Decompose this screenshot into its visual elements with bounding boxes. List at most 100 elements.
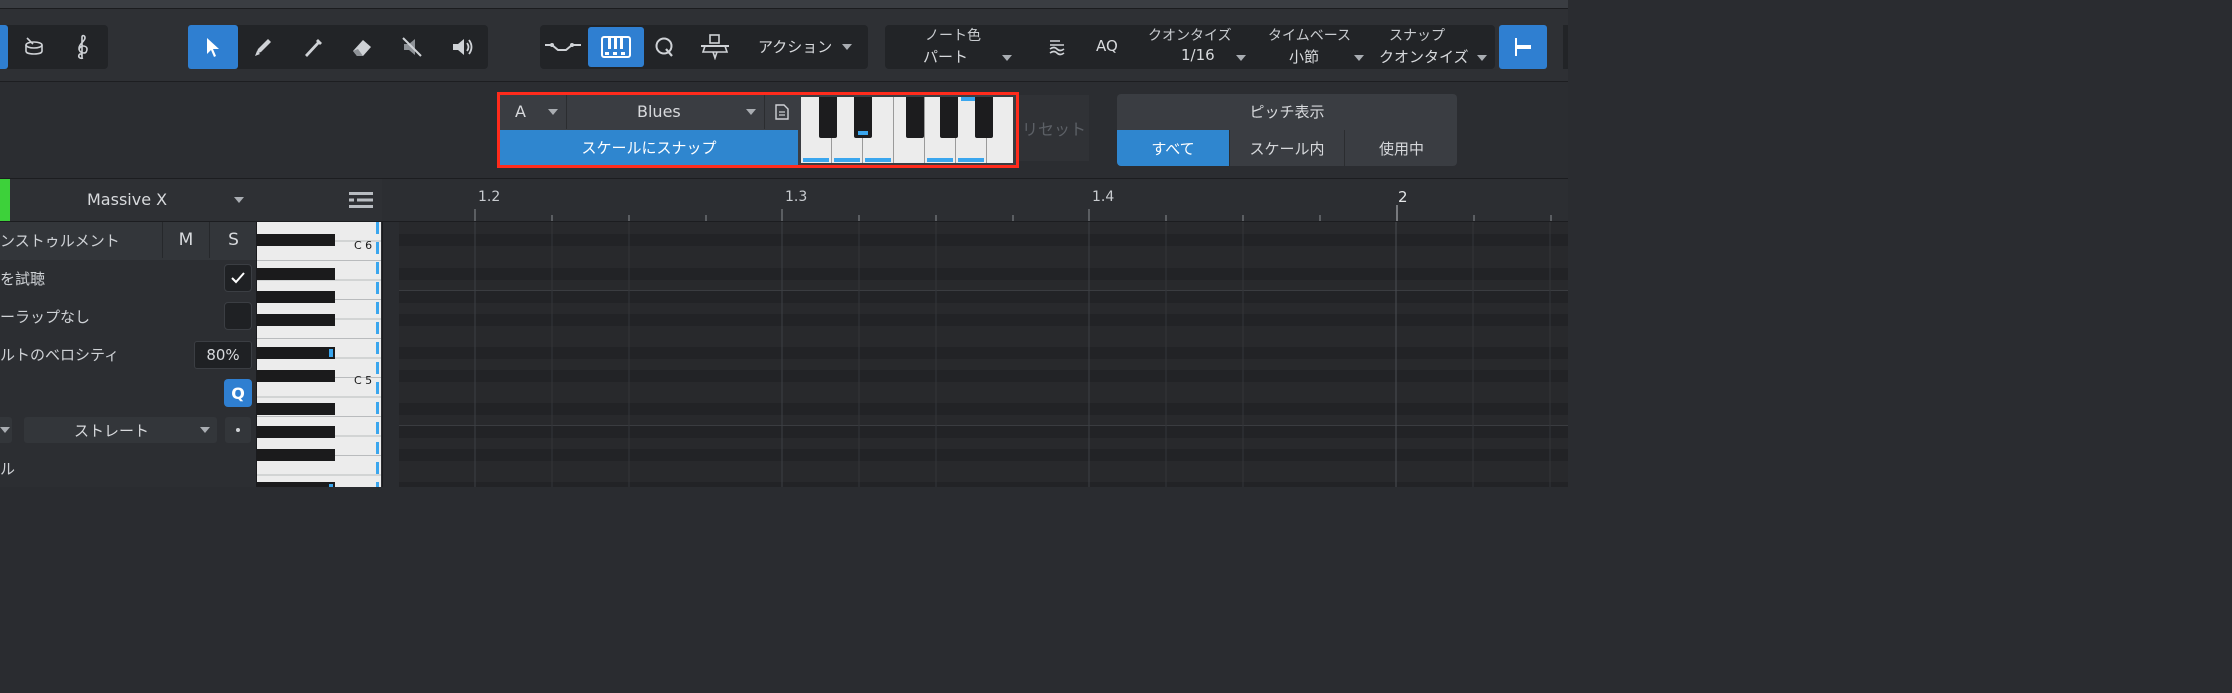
partial-select[interactable] xyxy=(0,417,12,443)
note-color-label: ノート色 xyxy=(925,28,981,44)
inspector-audition-row: を試聴 xyxy=(0,260,256,298)
partial-active-button[interactable] xyxy=(0,25,8,69)
pitch-display-in-scale-button[interactable]: スケール内 xyxy=(1229,130,1344,166)
treble-clef-icon[interactable] xyxy=(62,27,102,67)
inspector-overlap-row: ーラップなし xyxy=(0,298,256,336)
paint-tool-icon[interactable] xyxy=(292,27,334,67)
left-tool-group xyxy=(0,25,108,69)
quantize-q-icon[interactable] xyxy=(646,27,682,67)
overlap-label: ーラップなし xyxy=(0,308,91,326)
black-key[interactable] xyxy=(257,291,335,303)
pitch-display-panel: ピッチ表示 すべて スケール内 使用中 xyxy=(1117,94,1457,166)
track-header: Massive X xyxy=(0,179,382,222)
timeline-ruler[interactable]: 1.2 1.3 1.4 2 xyxy=(382,179,1568,222)
timebase-value[interactable]: 小節 xyxy=(1289,46,1319,67)
quantize-label: クオンタイズ xyxy=(1148,28,1232,44)
snap-label: スナップ xyxy=(1389,28,1445,44)
window-top-strip xyxy=(0,0,1568,9)
black-key[interactable] xyxy=(257,426,335,438)
snap-value[interactable]: クオンタイズ xyxy=(1379,46,1469,67)
in-scale-marker xyxy=(329,349,333,357)
ruler-mark: 1.3 xyxy=(785,189,808,205)
black-key[interactable] xyxy=(257,347,335,359)
list-menu-icon[interactable] xyxy=(349,191,373,209)
audition-label: を試聴 xyxy=(0,270,46,288)
black-key[interactable] xyxy=(257,370,335,382)
ruler-ticks xyxy=(474,205,1552,221)
partial-select-dropdown-icon xyxy=(0,427,10,433)
edit-tools-group xyxy=(188,25,488,69)
speaker-tool-icon[interactable] xyxy=(442,27,484,67)
straight-dropdown-icon xyxy=(200,427,210,433)
pitch-display-used-button[interactable]: 使用中 xyxy=(1344,130,1458,166)
black-key[interactable] xyxy=(257,449,335,461)
toolbar-overflow-edge xyxy=(1563,25,1568,69)
mute-tool-icon[interactable] xyxy=(392,27,434,67)
input-quantize-button[interactable]: Q xyxy=(224,379,252,407)
keyboard-scale-icon[interactable] xyxy=(588,27,644,67)
inspector-instrument-row: ンストゥルメント M S xyxy=(0,222,256,260)
audition-checkbox[interactable] xyxy=(224,264,252,292)
instrument-dropdown-icon[interactable] xyxy=(234,197,244,203)
ruler-mark: 2 xyxy=(1398,188,1408,206)
track-color-strip xyxy=(0,179,10,221)
black-key[interactable] xyxy=(257,314,335,326)
black-key[interactable] xyxy=(257,268,335,280)
timebase-label: タイムベース xyxy=(1268,28,1352,44)
instrument-name[interactable]: Massive X xyxy=(87,190,167,209)
pitch-display-all-button[interactable]: すべて xyxy=(1117,130,1229,166)
reset-label: リセット xyxy=(1021,120,1086,139)
dot-icon xyxy=(236,428,240,432)
solo-button[interactable]: S xyxy=(209,222,257,258)
velocity-label: ルトのベロシティ xyxy=(0,346,120,364)
inspector-velocity-row: ルトのベロシティ 80% xyxy=(0,336,256,374)
pitch-display-title: ピッチ表示 xyxy=(1249,103,1325,121)
note-color-dropdown-icon[interactable] xyxy=(1002,55,1012,61)
velocity-field[interactable]: 80% xyxy=(194,341,252,369)
timebase-dropdown-icon[interactable] xyxy=(1354,55,1364,61)
black-key[interactable] xyxy=(257,403,335,415)
ruler-mark: 1.2 xyxy=(478,189,501,205)
overlap-checkbox[interactable] xyxy=(224,302,252,330)
snap-toggle-icon[interactable] xyxy=(1499,25,1547,69)
quantize-value[interactable]: 1/16 xyxy=(1181,46,1215,64)
ruler-mark: 1.4 xyxy=(1092,189,1115,205)
in-scale-strip xyxy=(376,222,379,487)
arrow-tool-icon[interactable] xyxy=(188,25,238,69)
mute-button[interactable]: M xyxy=(162,222,209,258)
velocity-lane-icon[interactable] xyxy=(542,27,584,67)
straight-select[interactable]: ストレート xyxy=(24,417,217,443)
quantize-dropdown-icon[interactable] xyxy=(1236,55,1246,61)
note-color-value[interactable]: パート xyxy=(923,46,968,67)
input-quantize-label: Q xyxy=(231,383,245,403)
note-grid[interactable] xyxy=(399,222,1568,487)
c6-key-label: C 6 xyxy=(354,239,373,252)
pencil-tool-icon[interactable] xyxy=(242,27,284,67)
drum-icon[interactable] xyxy=(14,27,54,67)
quantize-settings-group: ノート色 パート AQ クオンタイズ 1/16 タイムベース 小節 スナップ ク… xyxy=(885,25,1495,69)
piano-keyboard[interactable]: C 6 C 5 xyxy=(257,222,381,487)
instrument-row-label: ンストゥルメント xyxy=(0,232,120,250)
eraser-tool-icon[interactable] xyxy=(342,27,384,67)
reset-button[interactable]: リセット xyxy=(1019,95,1089,161)
view-tools-group: アクション xyxy=(540,25,868,69)
inspector-panel: ンストゥルメント M S を試聴 ーラップなし ルトのベロシティ 80% Q ス… xyxy=(0,222,257,487)
editor-toolbar: アクション ノート色 パート AQ クオンタイズ 1/16 タイムベース 小節 … xyxy=(0,9,1568,82)
velocity-value: 80% xyxy=(206,346,240,364)
black-key[interactable] xyxy=(257,482,335,487)
inspector-quantize-row: Q xyxy=(0,374,256,412)
c5-key-label: C 5 xyxy=(354,374,373,387)
aq-button[interactable]: AQ xyxy=(1096,37,1118,55)
action-dropdown-icon[interactable] xyxy=(842,44,852,50)
black-key[interactable] xyxy=(257,234,335,246)
grid-beat-lines xyxy=(474,222,1551,487)
snap-dropdown-icon[interactable] xyxy=(1477,55,1487,61)
print-score-icon[interactable] xyxy=(692,27,738,67)
inspector-last-row: ル xyxy=(0,450,256,488)
last-row-label: ル xyxy=(0,460,16,478)
straight-value: ストレート xyxy=(74,422,150,440)
action-menu-label[interactable]: アクション xyxy=(758,36,832,57)
humanize-icon[interactable] xyxy=(1043,27,1071,67)
dot-button[interactable] xyxy=(225,417,251,443)
keyboard-grid-gutter xyxy=(382,222,400,487)
